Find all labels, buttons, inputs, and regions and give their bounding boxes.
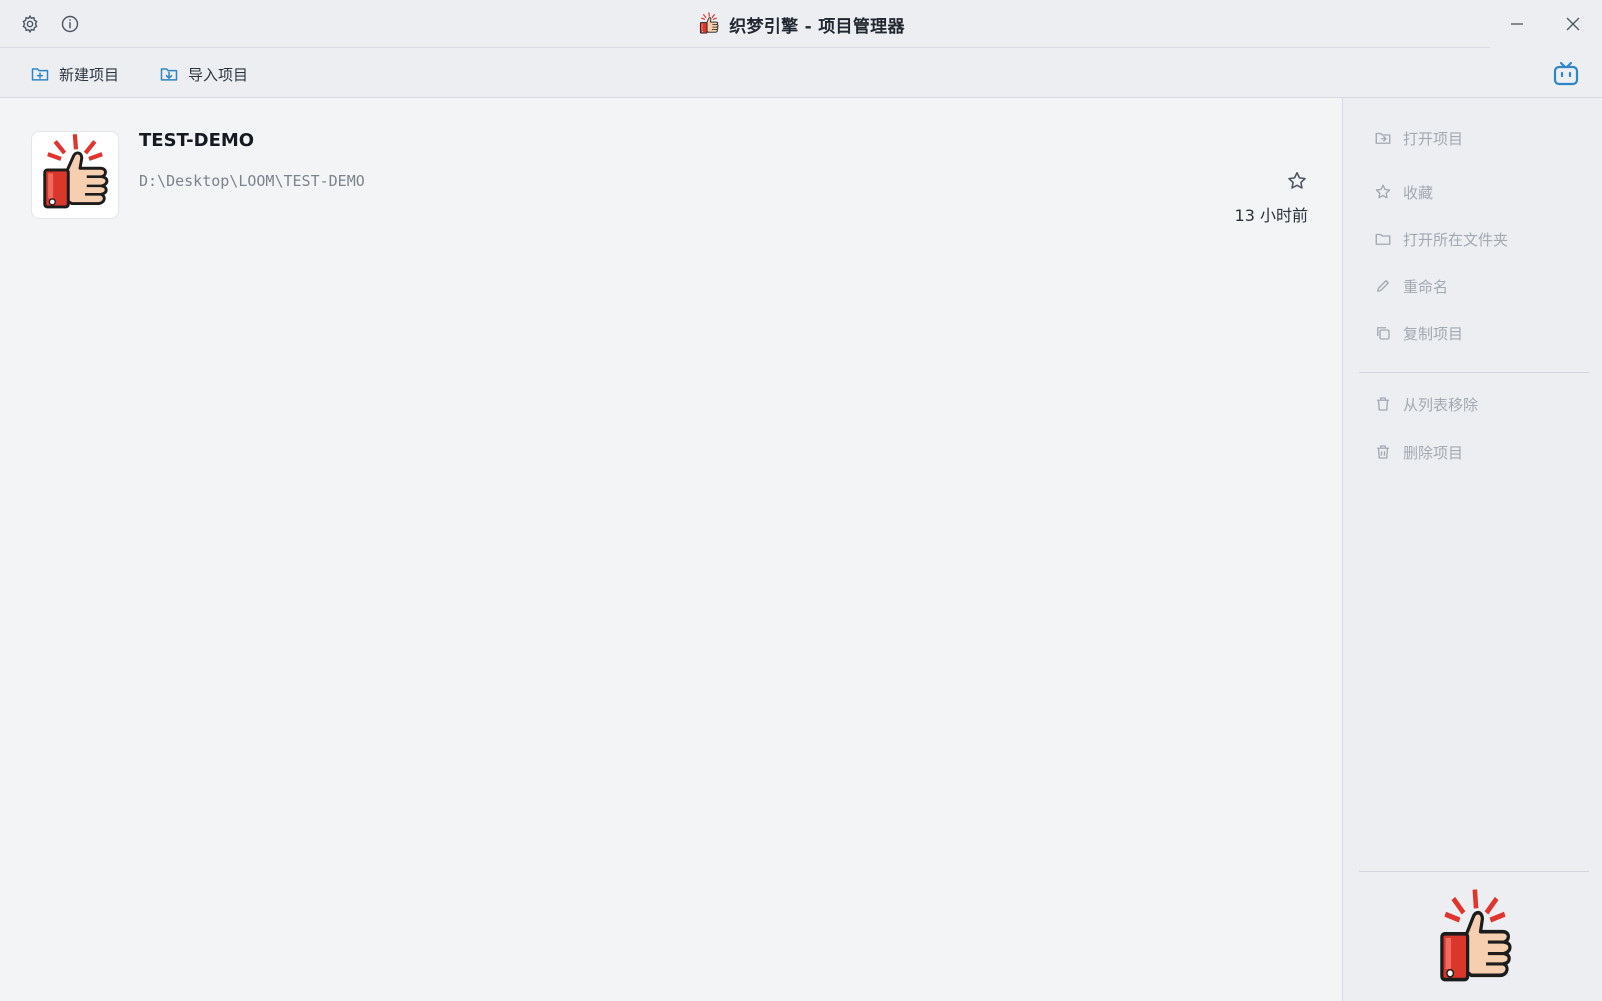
window-title: 织梦引擎 - 项目管理器 — [0, 0, 1602, 48]
copy-icon — [1373, 323, 1393, 343]
star-icon — [1286, 170, 1308, 192]
folder-import-icon — [159, 64, 179, 84]
trash-icon — [1373, 442, 1393, 462]
folder-icon — [1373, 229, 1393, 249]
menu-copy-project[interactable]: 复制项目 — [1373, 319, 1583, 347]
menu-rename[interactable]: 重命名 — [1373, 272, 1583, 300]
project-name: TEST-DEMO — [139, 130, 255, 151]
menu-delete-label: 删除项目 — [1403, 443, 1464, 462]
info-icon — [60, 14, 80, 34]
menu-copy-project-label: 复制项目 — [1403, 324, 1464, 343]
toolbar: 新建项目 导入项目 — [0, 48, 1602, 98]
bilibili-button[interactable] — [1552, 60, 1580, 88]
favorite-button[interactable] — [1284, 168, 1310, 194]
app-logo-large — [1429, 888, 1521, 992]
minimize-button[interactable] — [1497, 5, 1537, 43]
side-divider — [1359, 372, 1589, 373]
trash-icon — [1373, 394, 1393, 414]
folder-open-icon — [1373, 128, 1393, 148]
menu-remove-label: 从列表移除 — [1403, 395, 1479, 414]
menu-open-folder[interactable]: 打开所在文件夹 — [1373, 225, 1583, 253]
menu-rename-label: 重命名 — [1403, 277, 1449, 296]
title-bar: 织梦引擎 - 项目管理器 — [0, 0, 1602, 48]
import-project-button[interactable]: 导入项目 — [159, 61, 248, 87]
new-project-button[interactable]: 新建项目 — [30, 61, 119, 87]
menu-favorite[interactable]: 收藏 — [1373, 178, 1583, 206]
menu-open-project[interactable]: 打开项目 — [1373, 124, 1583, 152]
info-button[interactable] — [57, 11, 83, 37]
menu-favorite-label: 收藏 — [1403, 183, 1434, 202]
settings-button[interactable] — [17, 11, 43, 37]
menu-open-project-label: 打开项目 — [1403, 129, 1464, 148]
pencil-icon — [1373, 276, 1393, 296]
import-project-label: 导入项目 — [188, 65, 249, 84]
menu-delete-project[interactable]: 删除项目 — [1373, 438, 1583, 466]
project-path: D:\Desktop\LOOM\TEST-DEMO — [139, 172, 365, 190]
folder-plus-icon — [30, 64, 50, 84]
side-panel: 打开项目 收藏 打开所在文件夹 重命名 复制项目 从列表移除 删除项目 — [1342, 98, 1602, 1001]
project-thumbnail — [31, 131, 119, 219]
close-icon — [1565, 16, 1581, 32]
window-title-text: 织梦引擎 - 项目管理器 — [729, 16, 905, 37]
star-icon — [1373, 182, 1393, 202]
menu-remove-from-list[interactable]: 从列表移除 — [1373, 390, 1583, 418]
thumbs-up-icon — [1429, 888, 1521, 992]
project-item[interactable]: TEST-DEMO D:\Desktop\LOOM\TEST-DEMO 13 小… — [24, 126, 1322, 225]
new-project-label: 新建项目 — [59, 65, 120, 84]
close-button[interactable] — [1553, 5, 1593, 43]
project-modified-time: 13 小时前 — [1234, 206, 1308, 225]
minimize-icon — [1509, 16, 1525, 32]
bilibili-tv-icon — [1552, 60, 1580, 88]
side-divider — [1359, 871, 1589, 872]
thumbs-up-icon — [33, 133, 117, 217]
gear-icon — [20, 14, 40, 34]
project-list: TEST-DEMO D:\Desktop\LOOM\TEST-DEMO 13 小… — [0, 98, 1342, 1001]
app-logo-icon — [697, 12, 721, 36]
menu-open-folder-label: 打开所在文件夹 — [1403, 230, 1509, 249]
